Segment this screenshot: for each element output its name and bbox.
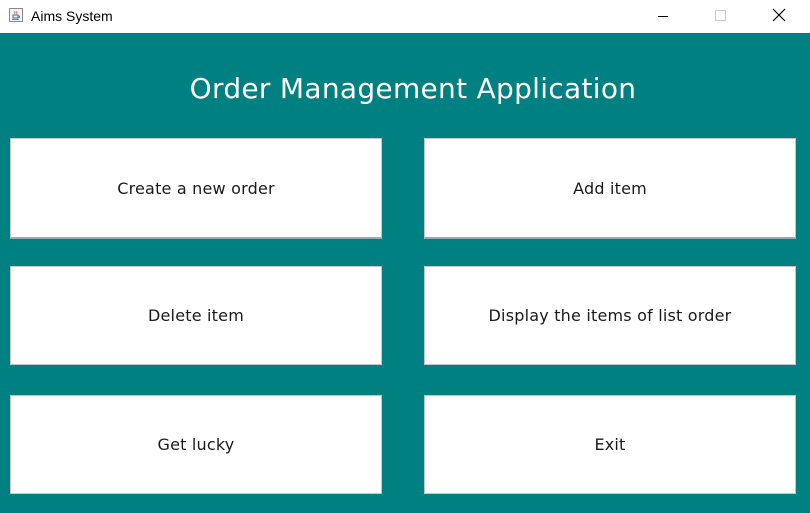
java-coffee-icon[interactable]	[8, 7, 24, 23]
window-title: Aims System	[31, 8, 113, 24]
display-items-button[interactable]: Display the items of list order	[424, 266, 796, 365]
maximize-icon	[715, 7, 727, 26]
minimize-icon	[657, 7, 669, 26]
delete-item-button[interactable]: Delete item	[10, 266, 382, 365]
maximize-button[interactable]	[692, 0, 750, 32]
add-item-button[interactable]: Add item	[424, 138, 796, 239]
get-lucky-button[interactable]: Get lucky	[10, 395, 382, 494]
close-icon	[772, 7, 786, 26]
close-button[interactable]	[750, 0, 808, 32]
create-order-button[interactable]: Create a new order	[10, 138, 382, 239]
exit-button[interactable]: Exit	[424, 395, 796, 494]
page-title: Order Management Application	[189, 72, 637, 105]
main-panel: Order Management Application Create a ne…	[0, 33, 810, 513]
app-window: Aims System Order Management Application…	[0, 0, 810, 513]
title-bar[interactable]: Aims System	[0, 0, 810, 32]
minimize-button[interactable]	[634, 0, 692, 32]
